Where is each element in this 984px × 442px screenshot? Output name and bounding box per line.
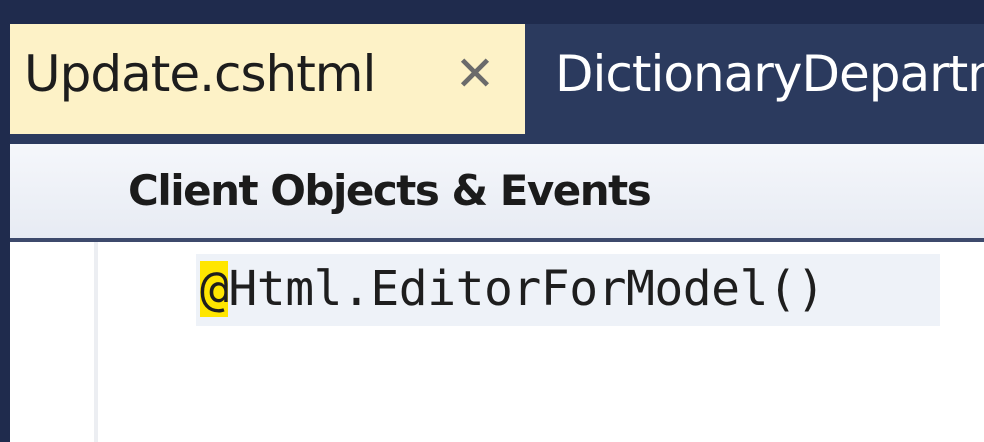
tab-dictionary-department[interactable]: DictionaryDepartm bbox=[525, 24, 984, 134]
razor-at-symbol: @ bbox=[200, 261, 229, 317]
close-icon[interactable]: ✕ bbox=[445, 44, 505, 104]
editor-window: Update.cshtml ✕ DictionaryDepartm Client… bbox=[0, 0, 984, 442]
title-band bbox=[0, 0, 984, 24]
navigation-bar[interactable]: Client Objects & Events bbox=[10, 144, 984, 242]
tab-label: Update.cshtml bbox=[24, 45, 376, 103]
editor-gutter bbox=[10, 242, 98, 442]
tab-label: DictionaryDepartm bbox=[555, 45, 984, 103]
code-text: Html.EditorForModel() bbox=[228, 261, 825, 317]
window-left-edge bbox=[0, 0, 10, 442]
tab-separator bbox=[10, 134, 984, 144]
code-line[interactable]: @Html.EditorForModel() bbox=[200, 256, 825, 322]
client-objects-events-dropdown[interactable]: Client Objects & Events bbox=[128, 163, 652, 219]
